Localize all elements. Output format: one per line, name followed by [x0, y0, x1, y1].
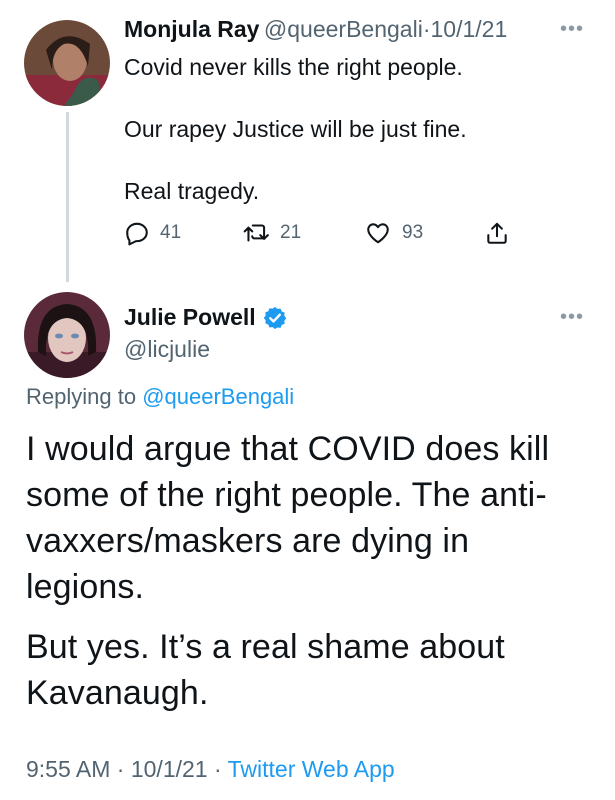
reply-action[interactable]: 41 [124, 220, 181, 246]
tweet-time[interactable]: 9:55 AM [26, 756, 110, 782]
tweet-text-line-3: vaxxers/maskers are dying in [26, 522, 470, 560]
parent-tweet-line-1: Covid never kills the right people. [124, 54, 463, 80]
author-name[interactable]: Julie Powell [124, 304, 256, 331]
replying-prefix: Replying to [26, 384, 137, 409]
retweet-count: 21 [280, 222, 302, 243]
like-count: 93 [402, 222, 424, 243]
header-separator: · [422, 16, 431, 42]
tweet-text-line-6: Kavanaugh. [26, 674, 209, 712]
share-icon [487, 222, 507, 244]
reply-icon [126, 222, 148, 246]
reply-count: 41 [160, 222, 182, 243]
tweet-source-link[interactable]: Twitter Web App [228, 756, 395, 782]
retweet-icon [243, 224, 269, 242]
tweet-text-line-5: But yes. It’s a real shame about [26, 628, 505, 666]
main-more-icon[interactable]: ••• [560, 306, 584, 329]
author-name-row: Julie Powell [124, 304, 288, 331]
replying-to: Replying to @queerBengali [26, 384, 294, 410]
thread-connector [66, 112, 69, 282]
retweet-action[interactable]: 21 [242, 220, 301, 246]
tweet-text-line-2: some of the right people. The anti- [26, 476, 547, 514]
meta-separator-1: · [116, 756, 125, 782]
tweet-text-line-4: legions. [26, 568, 144, 606]
like-action[interactable]: 93 [364, 220, 423, 246]
heart-icon [367, 223, 389, 244]
replying-handle-link[interactable]: @queerBengali [142, 384, 294, 409]
author-handle[interactable]: @licjulie [124, 336, 210, 363]
parent-author-handle[interactable]: @queerBengali [264, 16, 423, 42]
meta-separator-2: · [213, 756, 222, 782]
tweet-text-line-1: I would argue that COVID does kill [26, 430, 550, 468]
verified-badge-icon [263, 306, 286, 329]
parent-more-icon[interactable]: ••• [560, 18, 584, 41]
share-action[interactable] [484, 220, 520, 246]
parent-date[interactable]: 10/1/21 [431, 16, 508, 42]
author-avatar[interactable] [24, 292, 110, 378]
parent-tweet-header: Monjula Ray @queerBengali·10/1/21 [124, 16, 507, 43]
parent-tweet-line-2: Our rapey Justice will be just fine. [124, 116, 467, 142]
tweet-meta: 9:55 AM · 10/1/21 · Twitter Web App [26, 756, 395, 783]
parent-tweet-line-3: Real tragedy. [124, 178, 260, 204]
tweet-date[interactable]: 10/1/21 [131, 756, 208, 782]
parent-author-name[interactable]: Monjula Ray [124, 16, 259, 42]
parent-avatar[interactable] [24, 20, 110, 106]
